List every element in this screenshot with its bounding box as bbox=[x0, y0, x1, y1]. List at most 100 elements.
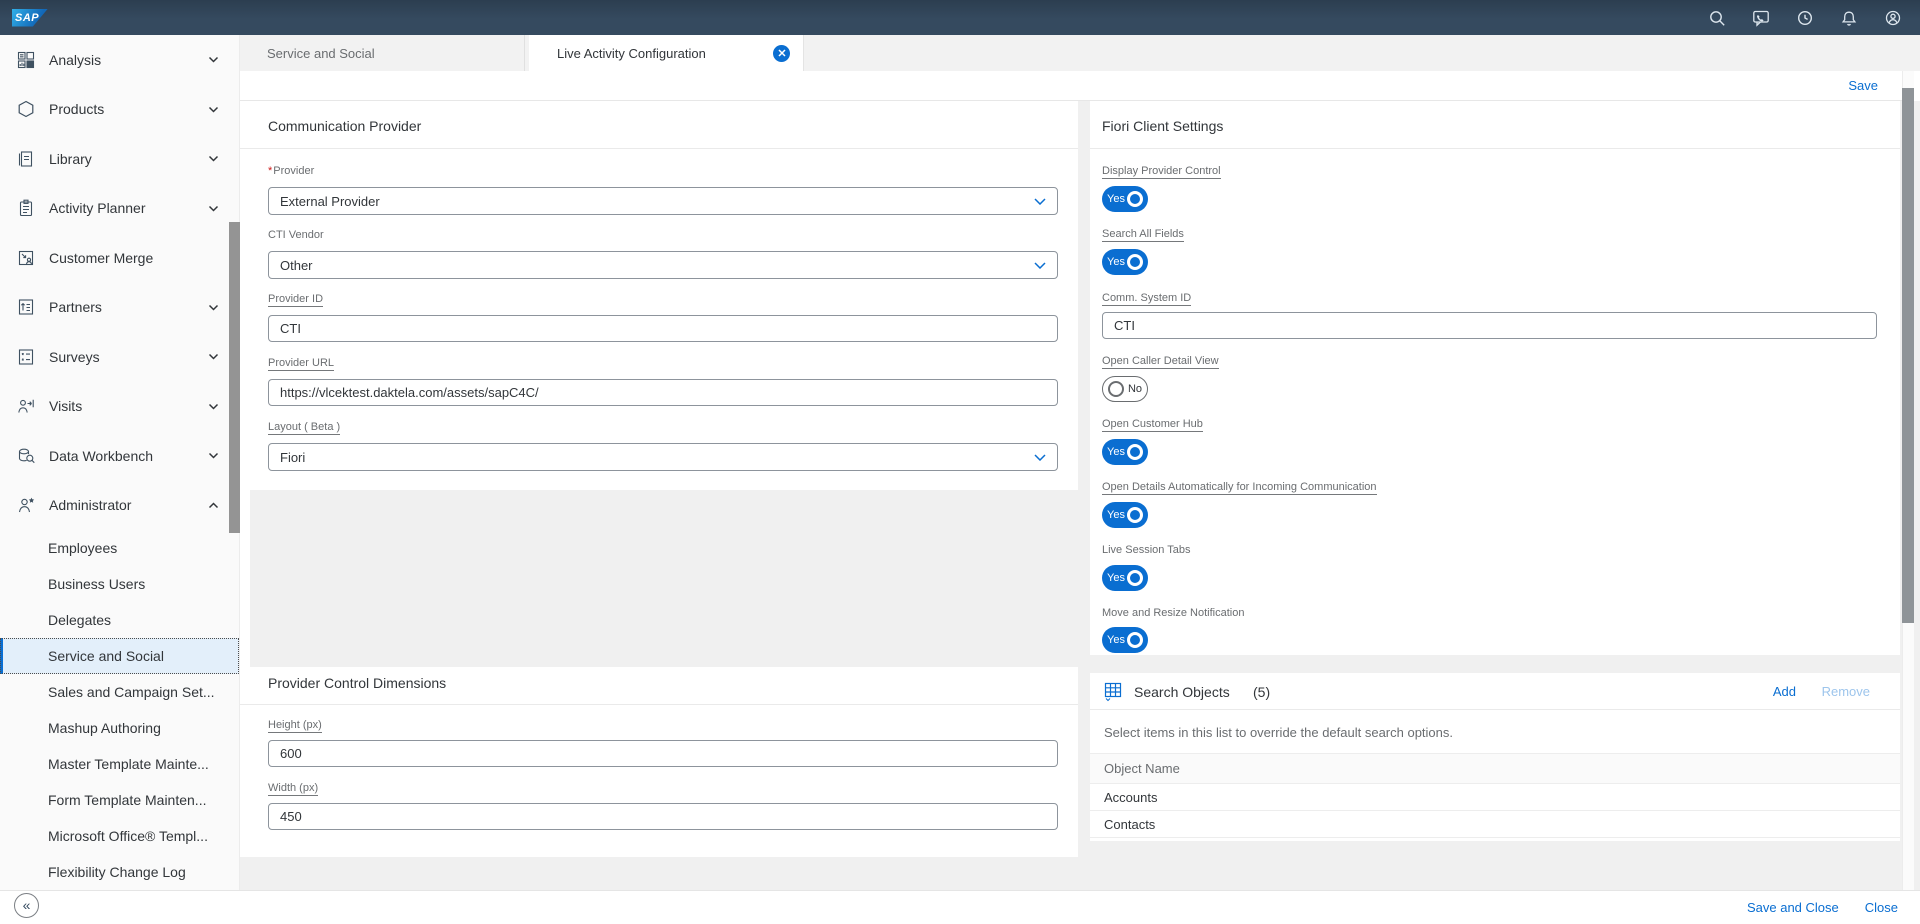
save-and-close-button[interactable]: Save and Close bbox=[1747, 900, 1839, 915]
administrator-icon bbox=[17, 496, 39, 514]
collapse-sidebar-button[interactable]: « bbox=[14, 893, 39, 918]
open-customer-hub-toggle[interactable]: Yes bbox=[1102, 439, 1148, 465]
tab-bar: Service and Social Live Activity Configu… bbox=[240, 35, 1920, 71]
tab-service-and-social[interactable]: Service and Social bbox=[240, 35, 525, 71]
sidebar-item-master-template-maintenance[interactable]: Master Template Mainte... bbox=[0, 746, 239, 782]
page-toolbar: Save bbox=[240, 71, 1902, 101]
cti-vendor-select[interactable]: Other bbox=[268, 251, 1058, 279]
sidebar-item-label: Sales and Campaign Set... bbox=[48, 684, 215, 700]
search-objects-count: (5) bbox=[1253, 684, 1270, 700]
chevron-down-icon bbox=[208, 452, 219, 459]
products-icon bbox=[17, 100, 39, 118]
sidebar-scrollbar-thumb[interactable] bbox=[229, 222, 240, 533]
table-row-accounts[interactable]: Accounts bbox=[1090, 784, 1900, 811]
layout-beta-select[interactable]: Fiori bbox=[268, 443, 1058, 471]
cti-vendor-label: CTI Vendor bbox=[268, 229, 324, 241]
sidebar-item-label: Master Template Mainte... bbox=[48, 756, 209, 772]
tab-live-activity-configuration[interactable]: Live Activity Configuration bbox=[529, 35, 804, 71]
section-title-communication-provider: Communication Provider bbox=[268, 118, 421, 134]
open-details-automatically-label: Open Details Automatically for Incoming … bbox=[1102, 481, 1377, 495]
provider-select[interactable]: External Provider bbox=[268, 187, 1058, 215]
sidebar-item-label: Data Workbench bbox=[49, 448, 153, 464]
toggle-knob bbox=[1127, 507, 1143, 523]
divider bbox=[1090, 148, 1900, 149]
sidebar-item-flexibility-change-log[interactable]: Flexibility Change Log bbox=[0, 854, 239, 890]
sidebar-item-business-users[interactable]: Business Users bbox=[0, 566, 239, 602]
sidebar-item-label: Visits bbox=[49, 398, 82, 414]
height-px-input[interactable] bbox=[268, 740, 1058, 767]
toggle-knob bbox=[1127, 444, 1143, 460]
close-button[interactable]: Close bbox=[1865, 900, 1898, 915]
communication-provider-panel: Communication Provider *Provider Externa… bbox=[240, 101, 1078, 857]
toggle-knob bbox=[1127, 191, 1143, 207]
shell-bar: SAP bbox=[0, 0, 1920, 35]
add-button[interactable]: Add bbox=[1773, 684, 1796, 699]
sidebar-item-administrator[interactable]: Administrator bbox=[0, 481, 239, 531]
sidebar-item-form-template-maintenance[interactable]: Form Template Mainten... bbox=[0, 782, 239, 818]
chevron-down-icon bbox=[208, 353, 219, 360]
table-view-icon[interactable] bbox=[1104, 682, 1123, 707]
sidebar-item-library[interactable]: Library bbox=[0, 134, 239, 184]
sidebar-item-label: Form Template Mainten... bbox=[48, 792, 206, 808]
remove-button[interactable]: Remove bbox=[1822, 684, 1870, 699]
display-provider-control-toggle[interactable]: Yes bbox=[1102, 186, 1148, 212]
toggle-state-label: Yes bbox=[1107, 446, 1125, 458]
provider-id-label: Provider ID bbox=[268, 293, 323, 307]
live-session-tabs-toggle[interactable]: Yes bbox=[1102, 565, 1148, 591]
chevron-down-icon bbox=[208, 403, 219, 410]
sidebar-item-activity-planner[interactable]: Activity Planner bbox=[0, 184, 239, 234]
sidebar-item-label: Partners bbox=[49, 299, 102, 315]
sidebar-item-microsoft-office-templates[interactable]: Microsoft Office® Templ... bbox=[0, 818, 239, 854]
sidebar-item-data-workbench[interactable]: Data Workbench bbox=[0, 431, 239, 481]
sidebar-item-label: Administrator bbox=[49, 497, 131, 513]
move-and-resize-notification-toggle[interactable]: Yes bbox=[1102, 627, 1148, 653]
sidebar-item-customer-merge[interactable]: Customer Merge bbox=[0, 233, 239, 283]
layout-beta-label: Layout ( Beta ) bbox=[268, 421, 340, 435]
fiori-client-settings-panel: Fiori Client Settings Display Provider C… bbox=[1090, 101, 1900, 655]
comm-system-id-input[interactable] bbox=[1102, 312, 1877, 339]
call-feedback-icon[interactable] bbox=[1752, 9, 1770, 27]
activity-planner-icon bbox=[17, 199, 39, 217]
provider-id-input[interactable] bbox=[268, 315, 1058, 342]
sidebar-item-surveys[interactable]: Surveys bbox=[0, 332, 239, 382]
sidebar-item-visits[interactable]: Visits bbox=[0, 382, 239, 432]
provider-url-input[interactable] bbox=[268, 379, 1058, 406]
sidebar-item-analysis[interactable]: Analysis bbox=[0, 35, 239, 85]
sidebar-item-employees[interactable]: Employees bbox=[0, 530, 239, 566]
chevron-down-icon bbox=[1034, 454, 1046, 461]
chevron-down-icon bbox=[1034, 262, 1046, 269]
move-and-resize-notification-label: Move and Resize Notification bbox=[1102, 607, 1244, 619]
sidebar-item-products[interactable]: Products bbox=[0, 85, 239, 135]
sidebar-item-partners[interactable]: Partners bbox=[0, 283, 239, 333]
page-scrollbar-thumb[interactable] bbox=[1902, 88, 1914, 623]
sidebar-item-label: Products bbox=[49, 101, 104, 117]
object-name-column-header: Object Name bbox=[1090, 753, 1900, 784]
divider bbox=[240, 148, 1078, 149]
sidebar-item-label: Activity Planner bbox=[49, 200, 145, 216]
toggle-state-label: Yes bbox=[1107, 509, 1125, 521]
notifications-bell-icon[interactable] bbox=[1840, 9, 1858, 27]
open-caller-detail-view-label: Open Caller Detail View bbox=[1102, 355, 1219, 369]
customer-merge-icon bbox=[17, 249, 39, 267]
select-value: External Provider bbox=[280, 194, 380, 209]
account-icon[interactable] bbox=[1884, 9, 1902, 27]
open-details-automatically-toggle[interactable]: Yes bbox=[1102, 502, 1148, 528]
sidebar-item-sales-and-campaign-settings[interactable]: Sales and Campaign Set... bbox=[0, 674, 239, 710]
close-tab-icon[interactable] bbox=[773, 45, 790, 62]
sidebar-item-mashup-authoring[interactable]: Mashup Authoring bbox=[0, 710, 239, 746]
open-caller-detail-view-toggle[interactable]: No bbox=[1102, 376, 1148, 402]
provider-url-label: Provider URL bbox=[268, 357, 334, 371]
sidebar-item-service-and-social[interactable]: Service and Social bbox=[0, 638, 239, 674]
search-icon[interactable] bbox=[1708, 9, 1726, 27]
tab-label: Service and Social bbox=[267, 46, 375, 61]
width-px-input[interactable] bbox=[268, 803, 1058, 830]
save-button[interactable]: Save bbox=[1848, 78, 1878, 93]
chevron-down-icon bbox=[1034, 198, 1046, 205]
live-session-tabs-label: Live Session Tabs bbox=[1102, 544, 1190, 556]
search-all-fields-toggle[interactable]: Yes bbox=[1102, 249, 1148, 275]
recent-activity-icon[interactable] bbox=[1796, 9, 1814, 27]
sidebar-nav: Analysis Products Library Activity Plann… bbox=[0, 35, 240, 890]
sidebar-item-delegates[interactable]: Delegates bbox=[0, 602, 239, 638]
table-row-contacts[interactable]: Contacts bbox=[1090, 811, 1900, 838]
toggle-state-label: Yes bbox=[1107, 572, 1125, 584]
